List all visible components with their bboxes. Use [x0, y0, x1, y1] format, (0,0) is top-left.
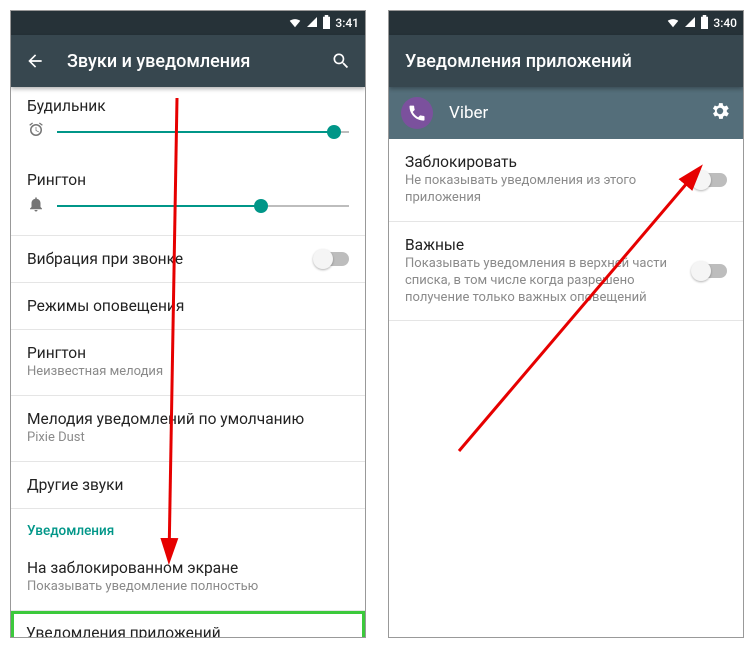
row-app-notifications[interactable]: Уведомления приложений — [11, 611, 365, 638]
vibrate-switch[interactable] — [315, 252, 349, 266]
label: Мелодия уведомлений по умолчанию — [27, 410, 349, 428]
appbar: Звуки и уведомления — [11, 35, 365, 87]
gear-icon[interactable] — [709, 100, 731, 126]
label: Другие звуки — [27, 476, 349, 494]
settings-list: Будильник Рингтон Вибрация при звонке — [11, 87, 365, 638]
sublabel: Не показывать уведомления из этого прило… — [405, 173, 683, 207]
label: Будильник — [27, 97, 349, 115]
signal-icon — [684, 16, 696, 31]
app-name: Viber — [449, 103, 693, 123]
back-icon[interactable] — [23, 49, 47, 73]
battery-icon — [322, 15, 331, 32]
section-notifications: Уведомления — [11, 509, 365, 545]
phone-left-frame: 3:41 Звуки и уведомления Будильник Рингт… — [10, 10, 366, 638]
bell-icon — [27, 195, 45, 217]
label: Рингтон — [27, 171, 349, 189]
status-time: 3:41 — [335, 16, 359, 30]
row-block[interactable]: Заблокировать Не показывать уведомления … — [389, 139, 743, 222]
settings-list: Заблокировать Не показывать уведомления … — [389, 139, 743, 321]
row-priority[interactable]: Важные Показывать уведомления в верхней … — [389, 222, 743, 322]
sublabel: Неизвестная мелодия — [27, 364, 349, 381]
statusbar: 3:41 — [11, 11, 365, 35]
sublabel: Показывать уведомления в верхней части с… — [405, 256, 683, 307]
statusbar: 3:40 — [389, 11, 743, 35]
row-interruption-modes[interactable]: Режимы оповещения — [11, 283, 365, 330]
status-time: 3:40 — [713, 16, 737, 30]
alarm-icon — [27, 121, 45, 143]
appbar: Уведомления приложений — [389, 35, 743, 87]
signal-icon — [306, 16, 318, 31]
label: Важные — [405, 236, 683, 254]
row-ringtone-volume[interactable]: Рингтон — [11, 161, 365, 236]
search-icon[interactable] — [329, 49, 353, 73]
priority-switch[interactable] — [693, 264, 727, 278]
label: Вибрация при звонке — [27, 250, 349, 268]
row-alarm-volume[interactable]: Будильник — [11, 87, 365, 161]
row-default-notification-sound[interactable]: Мелодия уведомлений по умолчанию Pixie D… — [11, 396, 365, 462]
phone-right-frame: 3:40 Уведомления приложений Viber Заблок… — [388, 10, 744, 638]
appbar-title: Уведомления приложений — [405, 51, 731, 72]
row-other-sounds[interactable]: Другие звуки — [11, 462, 365, 509]
label: На заблокированном экране — [27, 559, 349, 577]
row-phone-ringtone[interactable]: Рингтон Неизвестная мелодия — [11, 330, 365, 396]
row-vibrate[interactable]: Вибрация при звонке — [11, 236, 365, 283]
battery-icon — [700, 15, 709, 32]
row-lockscreen[interactable]: На заблокированном экране Показывать уве… — [11, 545, 365, 611]
ringtone-slider[interactable] — [57, 205, 349, 207]
app-subbar: Viber — [389, 87, 743, 139]
viber-app-icon — [401, 97, 433, 129]
sublabel: Pixie Dust — [27, 430, 349, 447]
block-switch[interactable] — [693, 173, 727, 187]
label: Заблокировать — [405, 153, 683, 171]
label: Режимы оповещения — [27, 297, 349, 315]
appbar-title: Звуки и уведомления — [67, 51, 309, 72]
sublabel: Показывать уведомление полностью — [27, 579, 349, 596]
alarm-slider[interactable] — [57, 131, 349, 133]
label: Рингтон — [27, 344, 349, 362]
wifi-icon — [288, 15, 302, 32]
label: Уведомления приложений — [26, 624, 350, 638]
wifi-icon — [666, 15, 680, 32]
